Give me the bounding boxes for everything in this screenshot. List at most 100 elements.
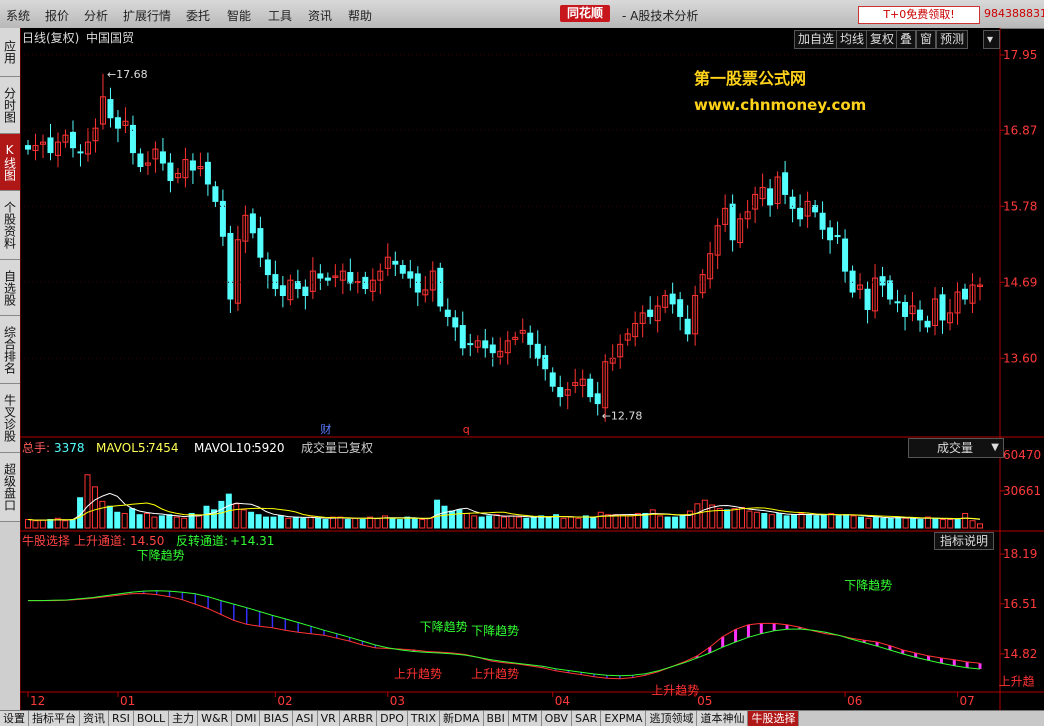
- volume-bar: [761, 512, 768, 529]
- volume-tick-label: 30661: [1003, 484, 1041, 498]
- chart-area: 日线(复权) 中国国贸 第一股票公式网 www.chnmoney.com 总手:…: [19, 28, 1044, 710]
- sidebar-item-watchlist[interactable]: 自选股: [0, 260, 20, 316]
- kline-chart[interactable]: 日线(复权) 中国国贸 第一股票公式网 www.chnmoney.com 总手:…: [19, 28, 1044, 710]
- volume-selector[interactable]: 成交量 ▼: [908, 438, 1004, 458]
- indicator-tab[interactable]: RSI: [109, 711, 134, 726]
- menu-tools[interactable]: 工具: [268, 7, 292, 24]
- stock-name: 中国国贸: [86, 30, 134, 45]
- menu-quote[interactable]: 报价: [45, 7, 69, 24]
- date-tick-label: 05: [697, 694, 712, 708]
- candle-down: [129, 124, 136, 154]
- candle-down: [894, 301, 901, 304]
- candle-down: [542, 354, 549, 370]
- indicator-help-button[interactable]: 指标说明: [934, 532, 994, 550]
- candle-down: [25, 145, 31, 150]
- indicator-tab[interactable]: 资讯: [80, 711, 109, 726]
- candle-down: [647, 309, 654, 317]
- volume-bar: [545, 516, 552, 529]
- candle-down: [782, 172, 789, 195]
- candle-down: [444, 309, 451, 317]
- indicator-tab[interactable]: 设置: [0, 711, 29, 726]
- forecast-button[interactable]: 预测: [936, 30, 969, 49]
- indicator-tab[interactable]: OBV: [541, 711, 572, 726]
- candle-down: [677, 299, 684, 317]
- volume-bar: [783, 515, 790, 529]
- indicator-tab[interactable]: DPO: [377, 711, 408, 726]
- sidebar-item-kline[interactable]: K线图: [0, 134, 20, 191]
- menu-extended-quotes[interactable]: 扩展行情: [123, 7, 171, 24]
- candle-down: [819, 212, 826, 230]
- candle-down: [137, 153, 144, 168]
- indicator-tab[interactable]: DMI: [232, 711, 261, 726]
- promo-button[interactable]: T+0免费领取!: [858, 6, 980, 24]
- account-number: 984388831: [984, 7, 1044, 20]
- volume-bar: [277, 515, 284, 529]
- sidebar-item-apps[interactable]: 应用: [0, 28, 20, 77]
- menu-news[interactable]: 资讯: [308, 7, 332, 24]
- indicator-tab[interactable]: MTM: [508, 711, 542, 726]
- volume-bar: [322, 519, 329, 529]
- volume-bar: [538, 515, 545, 529]
- volume-bar: [270, 516, 277, 529]
- indicator-tab[interactable]: 道本神仙: [697, 711, 749, 726]
- indicator-tab[interactable]: BBI: [483, 711, 509, 726]
- date-tick-label: 02: [277, 694, 292, 708]
- candle-down: [324, 277, 331, 281]
- candle-down: [212, 186, 219, 202]
- sidebar-item-ranking[interactable]: 综合排名: [0, 316, 20, 384]
- rev-channel-label: 反转通道:: [176, 533, 228, 548]
- volume-note: 成交量已复权: [301, 440, 373, 455]
- ma-button[interactable]: 均线: [836, 30, 869, 49]
- indicator-tab[interactable]: 新DMA: [440, 711, 484, 726]
- candle-down: [917, 309, 924, 321]
- adjust-button[interactable]: 复权: [866, 30, 899, 49]
- sidebar: 应用 分时图 K线图 个股资料 自选股 综合排名 牛叉诊股 超级盘口: [0, 28, 20, 710]
- candle-down: [362, 276, 369, 290]
- indicator-tab[interactable]: BOLL: [133, 711, 170, 726]
- candle-down: [114, 117, 121, 129]
- candle-down: [669, 293, 676, 305]
- volume-bar: [880, 517, 887, 529]
- volume-bar: [679, 515, 686, 529]
- menu-help[interactable]: 帮助: [348, 7, 372, 24]
- indicator-tab[interactable]: 主力: [169, 711, 199, 726]
- menu-smart[interactable]: 智能: [227, 7, 251, 24]
- candle-down: [69, 131, 76, 149]
- candle-down: [437, 267, 444, 307]
- indicator-tab[interactable]: ARBR: [339, 711, 378, 726]
- menu-system[interactable]: 系统: [6, 7, 30, 24]
- indicator-tab[interactable]: SAR: [571, 711, 602, 726]
- indicator-tab[interactable]: 逃顶领域: [646, 711, 698, 726]
- menu-analysis[interactable]: 分析: [84, 7, 108, 24]
- sidebar-item-level2[interactable]: 超级盘口: [0, 453, 20, 522]
- sidebar-item-diagnosis[interactable]: 牛叉诊股: [0, 384, 20, 453]
- candle-down: [167, 162, 174, 181]
- overlay-button[interactable]: 叠: [896, 30, 917, 49]
- indicator-tab[interactable]: VR: [317, 711, 340, 726]
- sidebar-item-intraday[interactable]: 分时图: [0, 77, 20, 134]
- indicator-tab[interactable]: W&R: [198, 711, 233, 726]
- volume-bar: [389, 517, 396, 529]
- volume-bar: [448, 510, 455, 529]
- candle-down: [557, 387, 564, 398]
- volume-bar: [69, 519, 76, 529]
- volume-bar: [724, 509, 731, 529]
- menu-order[interactable]: 委托: [186, 7, 210, 24]
- volume-bar: [791, 514, 798, 529]
- candle-down: [227, 232, 234, 300]
- volume-bar: [263, 516, 269, 529]
- indicator-tab[interactable]: 指标平台: [29, 711, 80, 726]
- date-tick-label: 03: [390, 694, 405, 708]
- sidebar-item-stock-info[interactable]: 个股资料: [0, 191, 20, 260]
- add-watchlist-button[interactable]: 加自选: [794, 30, 839, 49]
- indicator-tab[interactable]: TRIX: [407, 711, 441, 726]
- indicator-tab[interactable]: 牛股选择: [748, 711, 800, 726]
- indicator-tab[interactable]: EXPMA: [601, 711, 647, 726]
- candle-down: [797, 207, 804, 220]
- indicator-tab[interactable]: ASI: [292, 711, 318, 726]
- indicator-tab[interactable]: BIAS: [260, 711, 293, 726]
- candle-down: [159, 151, 166, 164]
- candle-down: [47, 137, 54, 154]
- toolbar-dropdown-icon[interactable]: ▾: [983, 30, 1000, 49]
- window-button[interactable]: 窗: [916, 30, 937, 49]
